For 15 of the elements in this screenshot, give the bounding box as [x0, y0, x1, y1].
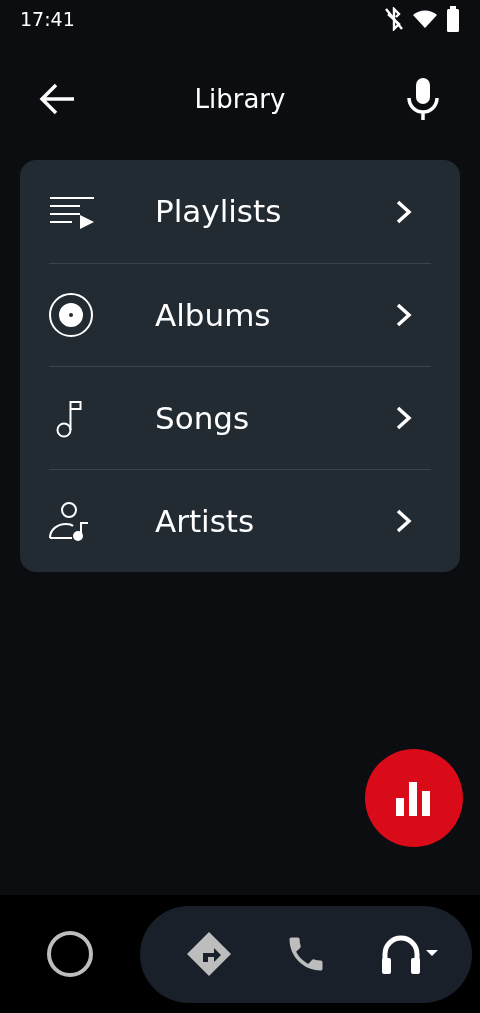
library-item[interactable]: Artists	[49, 470, 431, 572]
library-item[interactable]: Albums	[49, 264, 431, 366]
library-item[interactable]: Playlists	[49, 160, 431, 263]
wifi-icon	[412, 9, 438, 29]
battery-icon	[446, 6, 460, 32]
home-button[interactable]	[47, 931, 93, 977]
directions-icon[interactable]	[185, 930, 234, 978]
library-item[interactable]: Songs	[49, 367, 431, 469]
bar-chart-icon	[396, 780, 432, 816]
bluetooth-off-icon	[384, 7, 404, 31]
back-arrow-icon	[38, 82, 76, 116]
disc-icon	[47, 291, 95, 339]
page-title: Library	[194, 82, 286, 116]
microphone-icon	[406, 78, 440, 120]
status-time: 17:41	[20, 6, 75, 32]
